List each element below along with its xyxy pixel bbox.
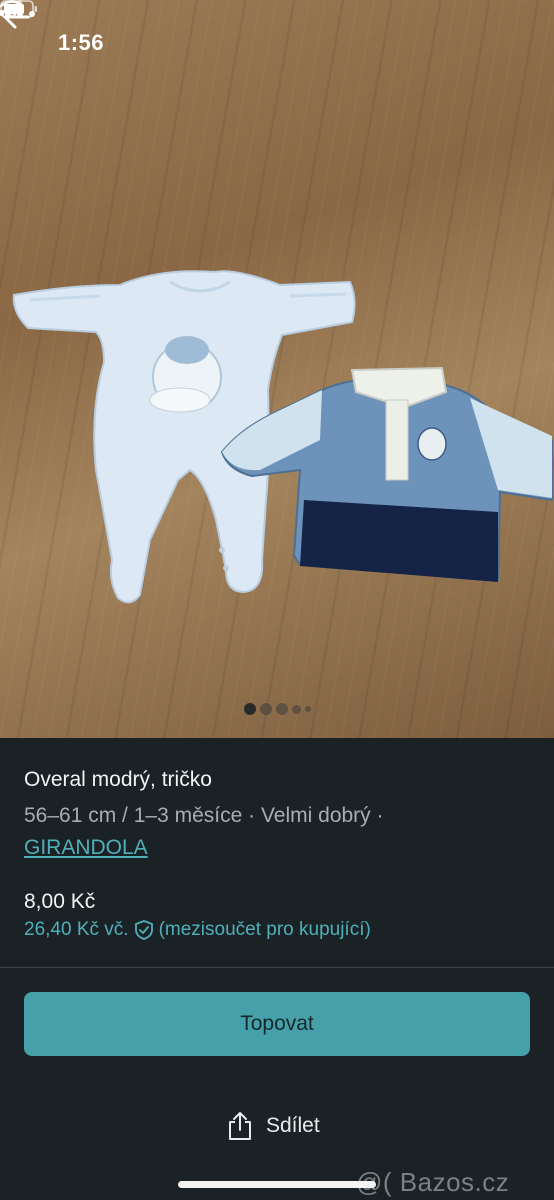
more-options-icon[interactable] — [0, 0, 40, 28]
listing-title: Overal modrý, tričko — [24, 768, 212, 791]
buyer-price-info[interactable]: 26,40 Kč vč. (mezisoučet pro kupující) — [24, 919, 371, 941]
pager-dot[interactable] — [291, 704, 301, 714]
share-label: Sdílet — [266, 1114, 320, 1137]
listing-size-condition: 56–61 cm / 1–3 měsíce · Velmi dobrý · — [24, 804, 384, 827]
listing-photo[interactable]: 1:56 — [0, 0, 554, 738]
home-indicator[interactable] — [178, 1181, 376, 1188]
listing-price: 8,00 Kč — [24, 890, 96, 913]
brand-link[interactable]: GIRANDOLA — [24, 836, 148, 859]
buyer-price: 26,40 Kč vč. — [24, 919, 129, 940]
pager-dot[interactable] — [275, 703, 288, 715]
promote-button[interactable]: Topovat — [24, 992, 530, 1056]
share-button[interactable]: Sdílet — [226, 1108, 320, 1144]
buyer-price-note: (mezisoučet pro kupující) — [158, 919, 371, 940]
shirt-shape — [220, 366, 553, 582]
shield-check-icon — [134, 920, 153, 940]
divider — [0, 967, 554, 968]
clothing-photo-illustration — [12, 270, 553, 604]
photo-pager[interactable] — [0, 702, 554, 716]
listing-details: 56–61 cm / 1–3 měsíce · Velmi dobrý · GI… — [24, 800, 534, 864]
listing-info: Overal modrý, tričko 56–61 cm / 1–3 měsí… — [0, 738, 554, 1200]
status-time: 1:56 — [58, 30, 105, 55]
status-bar: 1:56 — [0, 0, 554, 88]
pager-dot[interactable] — [304, 706, 311, 712]
pager-dot[interactable] — [243, 703, 256, 715]
share-icon — [229, 1112, 251, 1140]
watermark-text: @( Bazos.cz — [356, 1167, 510, 1197]
pager-dot[interactable] — [259, 703, 272, 715]
